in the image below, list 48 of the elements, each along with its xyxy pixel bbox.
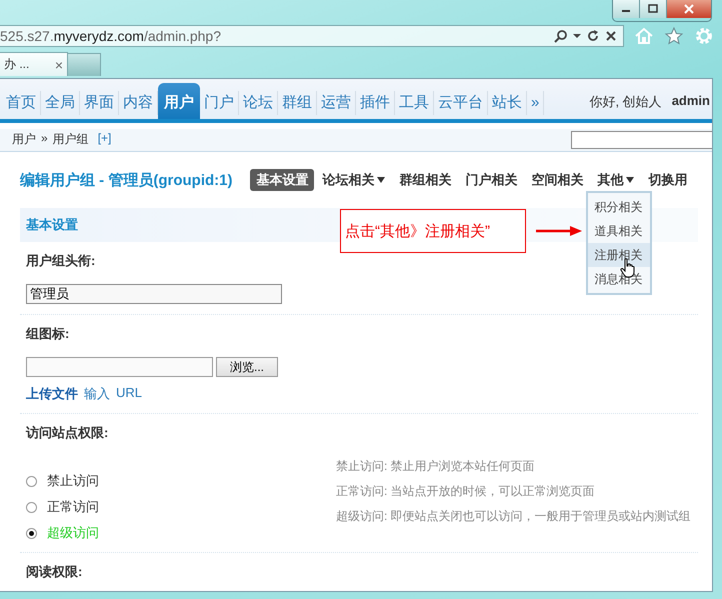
section-tab[interactable]: 群组相关 <box>393 169 458 191</box>
field-label: 组图标: <box>26 325 70 343</box>
option-description: 禁止访问: 禁止用户浏览本站任何页面 <box>336 458 536 475</box>
section-tab[interactable]: 空间相关 <box>525 169 590 191</box>
input-link[interactable]: 输入 <box>84 385 110 403</box>
option-description: 正常访问: 当站点开放的时候，可以正常浏览页面 <box>336 483 596 500</box>
upload-link[interactable]: 上传文件 <box>26 385 78 403</box>
field-label: 阅读权限: <box>26 563 82 581</box>
add-link[interactable]: [+] <box>98 131 112 148</box>
section-tab[interactable]: 切换用 <box>642 169 694 191</box>
nav-tab[interactable]: 门户 <box>200 90 239 115</box>
breadcrumb-separator: » <box>41 131 48 148</box>
field-label: 访问站点权限: <box>26 424 108 442</box>
user-link[interactable]: admin <box>672 93 710 111</box>
section-heading: 基本设置 <box>26 216 78 234</box>
nav-tab[interactable]: » <box>527 90 544 115</box>
nav-tab[interactable]: 用户 <box>158 82 200 119</box>
section-tab[interactable]: 门户相关 <box>459 169 524 191</box>
section-tab[interactable]: 论坛相关 <box>316 169 392 191</box>
menu-item[interactable]: 道具相关 <box>588 219 650 243</box>
menu-item[interactable]: 积分相关 <box>588 195 650 219</box>
section-tab[interactable]: 基本设置 <box>250 169 314 191</box>
field-label: 用户组头衔: <box>26 252 96 270</box>
browser-tab[interactable]: 办 ... × <box>0 52 68 76</box>
nav-tab[interactable]: 群组 <box>278 90 317 115</box>
nav-tab[interactable]: 论坛 <box>239 90 278 115</box>
nav-tab[interactable]: 工具 <box>395 90 434 115</box>
page-title: 编辑用户组 - 管理员(groupid:1) <box>20 170 232 190</box>
nav-tab[interactable]: 首页 <box>2 90 41 115</box>
nav-tab[interactable]: 界面 <box>80 90 119 115</box>
address-bar[interactable]: 525.s27.myverydz.com/admin.php? <box>0 25 624 47</box>
section-tab[interactable]: 其他 <box>591 169 640 191</box>
browse-button[interactable]: 浏览... <box>216 357 278 377</box>
annotation-callout: 点击“其他》注册相关” <box>340 209 526 253</box>
breadcrumb-link[interactable]: 用户组 <box>52 131 89 148</box>
nav-tab[interactable]: 云平台 <box>434 90 488 115</box>
url-link[interactable]: URL <box>116 385 142 403</box>
menu-item[interactable]: 注册相关 <box>588 243 650 267</box>
radio-label[interactable]: 正常访问 <box>47 498 99 516</box>
nav-tab[interactable]: 运营 <box>317 90 356 115</box>
title-input[interactable]: 管理员 <box>26 284 282 304</box>
nav-tab[interactable]: 站长 <box>488 90 527 115</box>
nav-tab[interactable]: 插件 <box>356 90 395 115</box>
option-description: 超级访问: 即便站点关闭也可以访问，一般用于管理员或站内测试组 <box>336 508 691 525</box>
greeting-text: 你好, 创始人 <box>589 93 662 111</box>
nav-tab[interactable]: 全局 <box>41 90 80 115</box>
breadcrumb-link[interactable]: 用户 <box>12 131 36 148</box>
radio-label[interactable]: 禁止访问 <box>47 472 99 490</box>
